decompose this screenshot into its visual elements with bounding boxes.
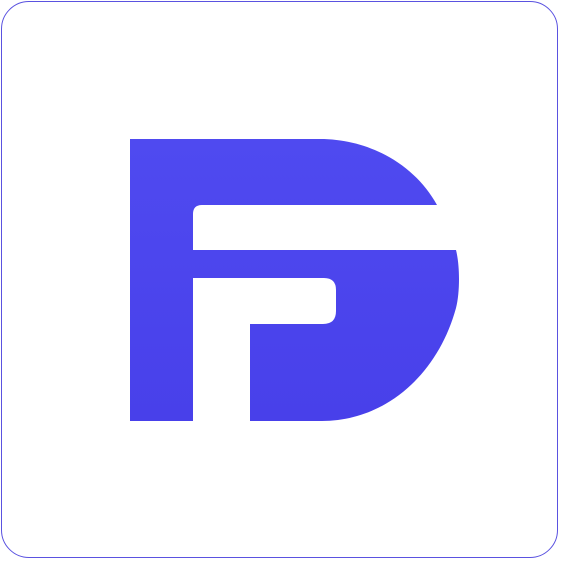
logo-shape <box>130 139 459 421</box>
fd-logo-icon <box>130 139 459 421</box>
